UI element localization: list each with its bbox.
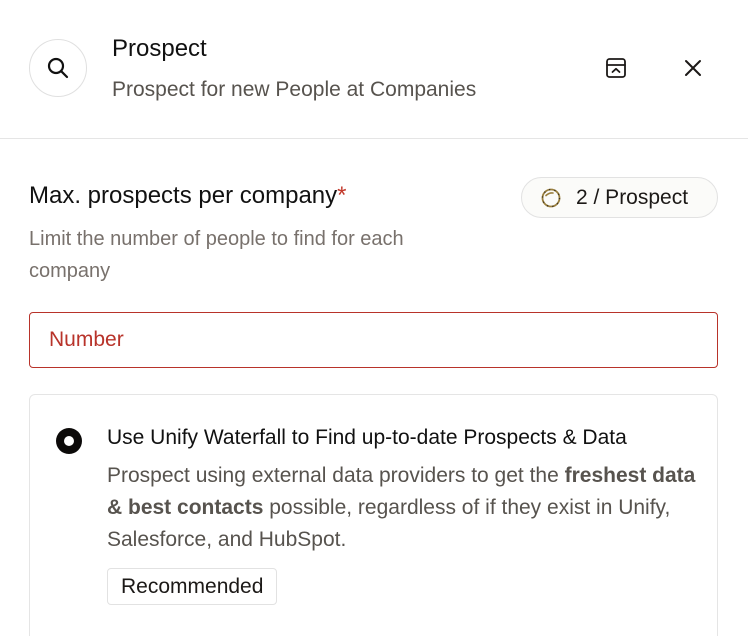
option-description: Prospect using external data providers t…	[107, 460, 707, 556]
search-icon	[29, 39, 87, 97]
close-button[interactable]	[678, 53, 708, 83]
close-icon	[685, 60, 701, 76]
recommended-badge: Recommended	[107, 568, 278, 605]
collapse-panel-button[interactable]	[601, 53, 631, 83]
page-title: Prospect	[112, 35, 207, 62]
option-title: Use Unify Waterfall to Find up-to-date P…	[107, 426, 627, 449]
panel-header: Prospect Prospect for new People at Comp…	[0, 0, 748, 139]
field-help-text: Limit the number of people to find for e…	[29, 228, 404, 282]
waterfall-option-card[interactable]: Use Unify Waterfall to Find up-to-date P…	[29, 394, 718, 636]
page-subtitle: Prospect for new People at Companies	[112, 78, 477, 101]
option-desc-text: Prospect using external data providers t…	[107, 464, 565, 487]
collapse-panel-icon	[606, 58, 626, 78]
field-label-text: Max. prospects per company	[29, 182, 338, 209]
coin-icon	[541, 188, 561, 207]
required-mark: *	[337, 182, 347, 209]
max-prospects-input[interactable]	[29, 312, 718, 368]
credits-text: 2 / Prospect	[576, 185, 689, 209]
waterfall-radio[interactable]	[56, 428, 82, 454]
field-label: Max. prospects per company*	[29, 181, 346, 211]
radio-selected-dot	[64, 436, 74, 446]
credits-badge: 2 / Prospect	[521, 177, 718, 218]
